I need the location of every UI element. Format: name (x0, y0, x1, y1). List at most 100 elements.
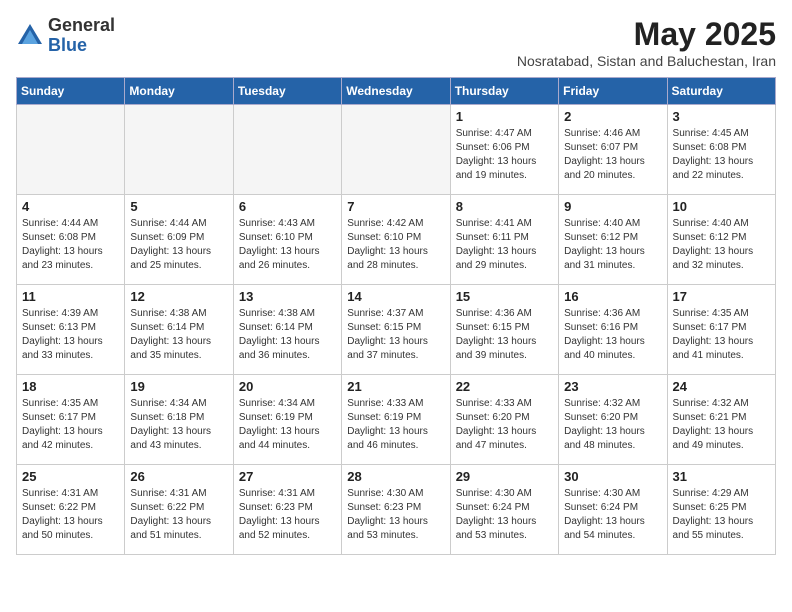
week-row-3: 11 Sunrise: 4:39 AM Sunset: 6:13 PM Dayli… (17, 285, 776, 375)
calendar-cell: 21 Sunrise: 4:33 AM Sunset: 6:19 PM Dayli… (342, 375, 450, 465)
day-number: 26 (130, 469, 227, 484)
day-info: Sunrise: 4:44 AM Sunset: 6:08 PM Dayligh… (22, 217, 119, 273)
calendar-cell: 22Sunrise: 4:33 AM Sunset: 6:20 PM Dayli… (450, 375, 558, 465)
day-info: Sunrise: 4:39 AM Sunset: 6:13 PM Dayligh… (22, 307, 119, 363)
day-info: Sunrise: 4:29 AM Sunset: 6:25 PM Dayligh… (673, 487, 770, 543)
calendar-cell: 28 Sunrise: 4:30 AM Sunset: 6:23 PM Dayli… (342, 465, 450, 555)
calendar-cell: 12Sunrise: 4:38 AM Sunset: 6:14 PM Dayli… (125, 285, 233, 375)
calendar-cell: 5 Sunrise: 4:44 AM Sunset: 6:09 PM Daylig… (125, 195, 233, 285)
calendar-cell: 20 Sunrise: 4:34 AM Sunset: 6:19 PM Dayli… (233, 375, 341, 465)
day-number: 8 (456, 199, 553, 214)
day-number: 11 (22, 289, 119, 304)
calendar-cell (233, 105, 341, 195)
header-thursday: Thursday (450, 78, 558, 105)
calendar-cell: 24 Sunrise: 4:32 AM Sunset: 6:21 PM Dayli… (667, 375, 775, 465)
header-friday: Friday (559, 78, 667, 105)
calendar-cell: 13 Sunrise: 4:38 AM Sunset: 6:14 PM Dayli… (233, 285, 341, 375)
calendar-cell: 2 Sunrise: 4:46 AM Sunset: 6:07 PM Daylig… (559, 105, 667, 195)
day-number: 23 (564, 379, 661, 394)
month-title: May 2025 (517, 16, 776, 53)
header-tuesday: Tuesday (233, 78, 341, 105)
day-info: Sunrise: 4:34 AM Sunset: 6:19 PM Dayligh… (239, 397, 336, 453)
day-number: 24 (673, 379, 770, 394)
day-info: Sunrise: 4:31 AM Sunset: 6:22 PM Dayligh… (22, 487, 119, 543)
day-info: Sunrise: 4:33 AM Sunset: 6:19 PM Dayligh… (347, 397, 444, 453)
day-info: Sunrise: 4:31 AM Sunset: 6:22 PM Dayligh… (130, 487, 227, 543)
day-number: 1 (456, 109, 553, 124)
calendar: SundayMondayTuesdayWednesdayThursdayFrid… (16, 77, 776, 555)
calendar-cell: 18 Sunrise: 4:35 AM Sunset: 6:17 PM Dayli… (17, 375, 125, 465)
title-block: May 2025 Nosratabad, Sistan and Baluches… (517, 16, 776, 69)
day-number: 28 (347, 469, 444, 484)
day-info: Sunrise: 4:47 AM Sunset: 6:06 PM Dayligh… (456, 127, 553, 183)
calendar-cell: 19Sunrise: 4:34 AM Sunset: 6:18 PM Dayli… (125, 375, 233, 465)
day-info: Sunrise: 4:32 AM Sunset: 6:21 PM Dayligh… (673, 397, 770, 453)
day-info: Sunrise: 4:37 AM Sunset: 6:15 PM Dayligh… (347, 307, 444, 363)
page-header: General Blue May 2025 Nosratabad, Sistan… (16, 16, 776, 69)
calendar-cell (17, 105, 125, 195)
calendar-cell: 15 Sunrise: 4:36 AM Sunset: 6:15 PM Dayli… (450, 285, 558, 375)
day-number: 29 (456, 469, 553, 484)
day-number: 17 (673, 289, 770, 304)
day-number: 4 (22, 199, 119, 214)
day-number: 10 (673, 199, 770, 214)
day-info: Sunrise: 4:38 AM Sunset: 6:14 PM Dayligh… (239, 307, 336, 363)
header-wednesday: Wednesday (342, 78, 450, 105)
day-info: Sunrise: 4:35 AM Sunset: 6:17 PM Dayligh… (22, 397, 119, 453)
day-number: 13 (239, 289, 336, 304)
day-number: 7 (347, 199, 444, 214)
day-number: 16 (564, 289, 661, 304)
day-info: Sunrise: 4:32 AM Sunset: 6:20 PM Dayligh… (564, 397, 661, 453)
calendar-cell: 11 Sunrise: 4:39 AM Sunset: 6:13 PM Dayli… (17, 285, 125, 375)
calendar-cell: 17Sunrise: 4:35 AM Sunset: 6:17 PM Dayli… (667, 285, 775, 375)
calendar-cell: 27Sunrise: 4:31 AM Sunset: 6:23 PM Dayli… (233, 465, 341, 555)
day-number: 15 (456, 289, 553, 304)
day-number: 18 (22, 379, 119, 394)
calendar-cell: 16Sunrise: 4:36 AM Sunset: 6:16 PM Dayli… (559, 285, 667, 375)
day-info: Sunrise: 4:44 AM Sunset: 6:09 PM Dayligh… (130, 217, 227, 273)
day-info: Sunrise: 4:40 AM Sunset: 6:12 PM Dayligh… (564, 217, 661, 273)
week-row-2: 4 Sunrise: 4:44 AM Sunset: 6:08 PM Daylig… (17, 195, 776, 285)
day-number: 22 (456, 379, 553, 394)
day-number: 9 (564, 199, 661, 214)
calendar-cell: 14 Sunrise: 4:37 AM Sunset: 6:15 PM Dayli… (342, 285, 450, 375)
day-info: Sunrise: 4:30 AM Sunset: 6:24 PM Dayligh… (564, 487, 661, 543)
calendar-cell: 23 Sunrise: 4:32 AM Sunset: 6:20 PM Dayli… (559, 375, 667, 465)
calendar-cell: 30 Sunrise: 4:30 AM Sunset: 6:24 PM Dayli… (559, 465, 667, 555)
day-number: 30 (564, 469, 661, 484)
calendar-cell: 7Sunrise: 4:42 AM Sunset: 6:10 PM Daylig… (342, 195, 450, 285)
calendar-cell: 1 Sunrise: 4:47 AM Sunset: 6:06 PM Daylig… (450, 105, 558, 195)
calendar-cell: 6Sunrise: 4:43 AM Sunset: 6:10 PM Daylig… (233, 195, 341, 285)
calendar-cell: 31 Sunrise: 4:29 AM Sunset: 6:25 PM Dayli… (667, 465, 775, 555)
day-info: Sunrise: 4:40 AM Sunset: 6:12 PM Dayligh… (673, 217, 770, 273)
day-info: Sunrise: 4:30 AM Sunset: 6:23 PM Dayligh… (347, 487, 444, 543)
day-number: 14 (347, 289, 444, 304)
calendar-cell: 25Sunrise: 4:31 AM Sunset: 6:22 PM Dayli… (17, 465, 125, 555)
logo-text: General Blue (48, 16, 115, 56)
header-saturday: Saturday (667, 78, 775, 105)
day-number: 21 (347, 379, 444, 394)
location: Nosratabad, Sistan and Baluchestan, Iran (517, 53, 776, 69)
week-row-1: 1 Sunrise: 4:47 AM Sunset: 6:06 PM Daylig… (17, 105, 776, 195)
day-info: Sunrise: 4:36 AM Sunset: 6:15 PM Dayligh… (456, 307, 553, 363)
day-number: 20 (239, 379, 336, 394)
logo-icon (16, 22, 44, 50)
day-number: 6 (239, 199, 336, 214)
day-info: Sunrise: 4:41 AM Sunset: 6:11 PM Dayligh… (456, 217, 553, 273)
day-info: Sunrise: 4:46 AM Sunset: 6:07 PM Dayligh… (564, 127, 661, 183)
week-row-4: 18 Sunrise: 4:35 AM Sunset: 6:17 PM Dayli… (17, 375, 776, 465)
calendar-cell: 3Sunrise: 4:45 AM Sunset: 6:08 PM Daylig… (667, 105, 775, 195)
calendar-cell (342, 105, 450, 195)
logo: General Blue (16, 16, 115, 56)
day-info: Sunrise: 4:34 AM Sunset: 6:18 PM Dayligh… (130, 397, 227, 453)
day-number: 2 (564, 109, 661, 124)
calendar-cell: 8 Sunrise: 4:41 AM Sunset: 6:11 PM Daylig… (450, 195, 558, 285)
calendar-cell: 9 Sunrise: 4:40 AM Sunset: 6:12 PM Daylig… (559, 195, 667, 285)
day-number: 27 (239, 469, 336, 484)
day-number: 5 (130, 199, 227, 214)
calendar-cell: 26 Sunrise: 4:31 AM Sunset: 6:22 PM Dayli… (125, 465, 233, 555)
header-monday: Monday (125, 78, 233, 105)
header-sunday: Sunday (17, 78, 125, 105)
calendar-cell: 29Sunrise: 4:30 AM Sunset: 6:24 PM Dayli… (450, 465, 558, 555)
day-number: 31 (673, 469, 770, 484)
